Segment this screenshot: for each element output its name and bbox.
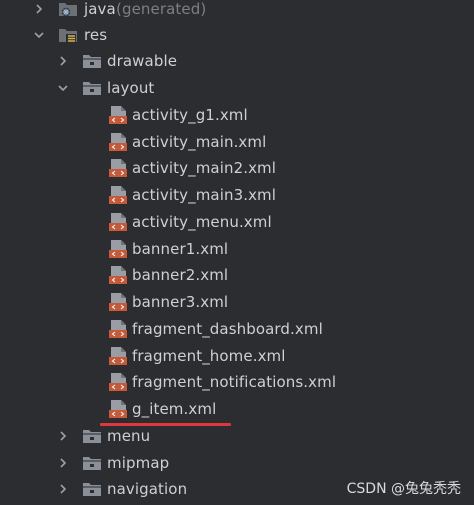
chevron-right-icon[interactable]	[56, 429, 70, 443]
tree-item-mipmap[interactable]: mipmap	[0, 450, 474, 477]
chevron-right-icon[interactable]	[56, 482, 70, 496]
tree-item-label: drawable	[107, 52, 178, 70]
tree-item-g-item-xml[interactable]: g_item.xml	[0, 396, 474, 423]
tree-item-label: banner1.xml	[132, 240, 229, 258]
tree-item-java[interactable]: java (generated)	[0, 0, 474, 23]
watermark: CSDN @兔兔秃秃	[346, 481, 461, 497]
xml-file-icon	[109, 240, 127, 258]
xml-file-icon	[109, 213, 127, 231]
tree-item-label: layout	[107, 79, 155, 97]
tree-item-fragment-home-xml[interactable]: fragment_home.xml	[0, 343, 474, 370]
folder-icon	[83, 55, 101, 68]
tree-item-label: fragment_dashboard.xml	[132, 320, 323, 338]
xml-file-icon	[109, 266, 127, 284]
tree-item-label: activity_menu.xml	[132, 213, 272, 231]
tree-item-label: res	[84, 26, 108, 44]
tree-item-label: activity_main2.xml	[132, 159, 277, 177]
tree-item-menu[interactable]: menu	[0, 423, 474, 450]
tree-item-layout[interactable]: layout	[0, 75, 474, 102]
tree-item-fragment-dashboard-xml[interactable]: fragment_dashboard.xml	[0, 316, 474, 343]
xml-file-icon	[109, 293, 127, 311]
tree-item-label: g_item.xml	[132, 400, 217, 418]
chevron-right-icon[interactable]	[32, 2, 46, 16]
project-tree: java (generated) res drawable layout act…	[0, 0, 474, 505]
tree-item-drawable[interactable]: drawable	[0, 48, 474, 75]
chevron-down-icon[interactable]	[32, 28, 46, 42]
xml-file-icon	[109, 159, 127, 177]
tree-item-activity-main-xml[interactable]: activity_main.xml	[0, 129, 474, 156]
tree-item-activity-g1-xml[interactable]: activity_g1.xml	[0, 102, 474, 129]
chevron-down-icon[interactable]	[56, 81, 70, 95]
tree-item-banner3-xml[interactable]: banner3.xml	[0, 289, 474, 316]
chevron-right-icon[interactable]	[56, 456, 70, 470]
tree-item-res[interactable]: res	[0, 22, 474, 49]
xml-file-icon	[109, 133, 127, 151]
folder-icon	[83, 457, 101, 470]
tree-item-fragment-notifications-xml[interactable]: fragment_notifications.xml	[0, 369, 474, 396]
tree-item-label: fragment_notifications.xml	[132, 373, 337, 391]
tree-item-label: banner3.xml	[132, 293, 229, 311]
xml-file-icon	[109, 347, 127, 365]
tree-item-label: banner2.xml	[132, 266, 229, 284]
tree-item-label: activity_main.xml	[132, 133, 267, 151]
xml-file-icon	[109, 373, 127, 391]
xml-file-icon	[109, 320, 127, 338]
generated-suffix: (generated)	[116, 0, 207, 18]
tree-item-label: java	[84, 0, 116, 18]
tree-item-label: activity_main3.xml	[132, 186, 277, 204]
chevron-right-icon[interactable]	[56, 54, 70, 68]
xml-file-icon	[109, 106, 127, 124]
tree-item-banner2-xml[interactable]: banner2.xml	[0, 262, 474, 289]
xml-file-icon	[109, 186, 127, 204]
folder-icon	[83, 483, 101, 496]
tree-item-activity-menu-xml[interactable]: activity_menu.xml	[0, 209, 474, 236]
tree-item-label: activity_g1.xml	[132, 106, 248, 124]
resource-folder-icon	[59, 29, 77, 43]
tree-item-activity-main3-xml[interactable]: activity_main3.xml	[0, 182, 474, 209]
tree-item-label: navigation	[107, 480, 188, 498]
tree-item-activity-main2-xml[interactable]: activity_main2.xml	[0, 155, 474, 182]
folder-icon	[83, 82, 101, 95]
tree-item-label: mipmap	[107, 454, 170, 472]
tree-item-label: menu	[107, 427, 151, 445]
tree-item-banner1-xml[interactable]: banner1.xml	[0, 236, 474, 263]
folder-icon	[83, 430, 101, 443]
java-generated-folder-icon	[59, 3, 77, 17]
xml-file-icon	[109, 400, 127, 418]
tree-item-label: fragment_home.xml	[132, 347, 286, 365]
